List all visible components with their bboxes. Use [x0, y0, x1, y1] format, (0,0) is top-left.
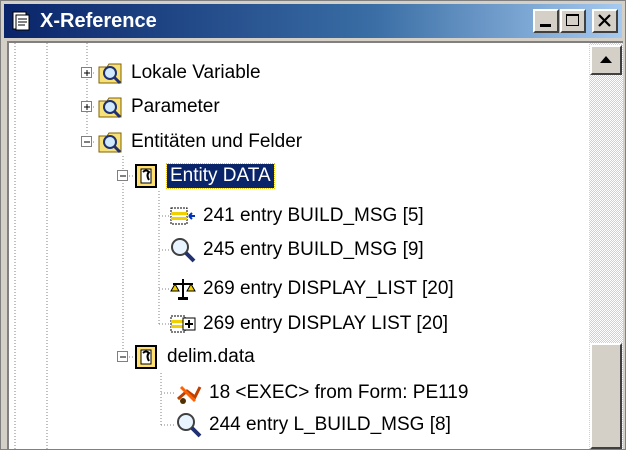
minimize-button[interactable] [533, 9, 559, 33]
folder-search-icon [98, 132, 122, 154]
plus-icon [84, 70, 90, 76]
entity-icon [135, 164, 157, 188]
minus-icon [120, 356, 126, 358]
document-icon[interactable] [10, 10, 32, 32]
magnifier-icon [171, 238, 196, 263]
maximize-icon [566, 14, 579, 26]
expand-toggle[interactable] [81, 67, 92, 78]
tree-item-label: Lokale Variable [131, 62, 261, 83]
folder-search-icon [98, 97, 122, 119]
tree-item-label: 241 entry BUILD_MSG [5] [203, 205, 424, 226]
maximize-button[interactable] [560, 9, 586, 33]
arrow-up-icon [600, 56, 612, 63]
tree-item-delim-data[interactable]: delim.data [133, 342, 255, 372]
collapse-toggle[interactable] [117, 170, 128, 181]
scroll-thumb[interactable] [590, 343, 622, 449]
expand-toggle[interactable] [81, 101, 92, 112]
x-reference-window: X-Reference Lokale Variable Parameter En… [0, 0, 626, 450]
tree-item-reference[interactable]: 269 entry DISPLAY LIST [20] [169, 309, 448, 339]
tree-item-reference[interactable]: 18 <EXEC> from Form: PE119 [175, 378, 468, 408]
scales-icon [170, 279, 196, 300]
scroll-up-button[interactable] [590, 45, 622, 75]
grid-plus-icon [170, 315, 196, 333]
tree-item-reference[interactable]: 241 entry BUILD_MSG [5] [169, 201, 424, 231]
tree-panel: Lokale Variable Parameter Entitäten und [7, 41, 623, 449]
plus-icon [84, 104, 90, 110]
tree-item-reference[interactable]: 269 entry DISPLAY_LIST [20] [169, 274, 454, 304]
tree-item-reference[interactable]: 245 entry BUILD_MSG [9] [169, 235, 424, 265]
minus-icon [84, 141, 90, 143]
tree-item-label: delim.data [167, 346, 255, 367]
tree-item-label: 269 entry DISPLAY LIST [20] [203, 313, 449, 334]
tree-item-lokale-variable[interactable]: Lokale Variable [97, 58, 261, 88]
tree-item-label: Entity DATA [166, 163, 275, 189]
folder-search-icon [98, 63, 122, 85]
close-button[interactable] [592, 9, 618, 33]
tree-item-parameter[interactable]: Parameter [97, 92, 220, 122]
tree-item-label: 269 entry DISPLAY_LIST [20] [203, 278, 454, 299]
minus-icon [120, 175, 126, 177]
tree-item-entity-data[interactable]: Entity DATA [133, 161, 275, 191]
exec-icon [177, 385, 202, 404]
minimize-icon [540, 24, 551, 27]
vertical-scrollbar[interactable] [589, 43, 623, 449]
collapse-toggle[interactable] [117, 351, 128, 362]
tree-item-label: 18 <EXEC> from Form: PE119 [209, 382, 469, 403]
reference-tree: Lokale Variable Parameter Entitäten und [9, 43, 589, 449]
tree-item-label: Parameter [131, 96, 220, 117]
title-bar[interactable]: X-Reference [4, 4, 622, 38]
collapse-toggle[interactable] [81, 136, 92, 147]
tree-item-entitaeten-und-felder[interactable]: Entitäten und Felder [97, 127, 302, 157]
tree-item-label: 245 entry BUILD_MSG [9] [203, 239, 424, 260]
tree-item-label: Entitäten und Felder [131, 131, 303, 152]
tree-item-reference[interactable]: 244 entry L_BUILD_MSG [8] [175, 410, 451, 440]
entity-icon [135, 345, 157, 369]
window-title: X-Reference [40, 10, 157, 32]
magnifier-icon [177, 413, 202, 438]
close-icon [598, 14, 611, 27]
assign-arrow-icon [170, 207, 195, 225]
tree-item-label: 244 entry L_BUILD_MSG [8] [209, 414, 451, 435]
